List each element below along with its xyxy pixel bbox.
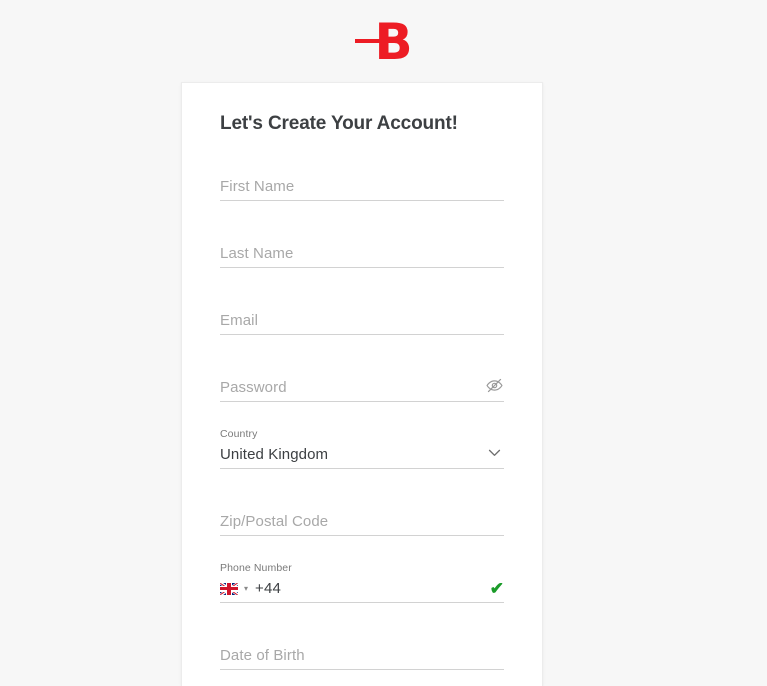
phone-row: ▾ +44 ✔ [220, 580, 504, 597]
date-of-birth-placeholder: Date of Birth [220, 647, 305, 664]
country-select[interactable]: United Kingdom [220, 443, 504, 469]
first-name-input[interactable]: First Name [220, 175, 504, 201]
signup-page: B Let's Create Your Account! First Name … [0, 0, 767, 686]
field-country: Country United Kingdom [220, 402, 504, 469]
brand-logo: B [0, 16, 767, 68]
password-input[interactable]: Password [220, 376, 504, 402]
eye-off-icon[interactable] [484, 375, 504, 395]
country-value: United Kingdom [220, 446, 329, 463]
field-last-name: Last Name [220, 201, 504, 268]
phone-dial-code: +44 [255, 580, 282, 597]
email-placeholder: Email [220, 312, 259, 329]
field-email: Email [220, 268, 504, 335]
country-label: Country [220, 428, 258, 440]
field-date-of-birth: Date of Birth [220, 603, 504, 670]
signup-card: Let's Create Your Account! First Name La… [181, 82, 543, 686]
password-placeholder: Password [220, 379, 287, 396]
zip-postal-code-input[interactable]: Zip/Postal Code [220, 510, 504, 536]
check-icon: ✔ [489, 579, 504, 598]
first-name-placeholder: First Name [220, 178, 295, 195]
uk-flag-icon[interactable] [220, 582, 238, 595]
chevron-down-icon[interactable] [484, 442, 504, 462]
page-title: Let's Create Your Account! [220, 113, 458, 134]
logo-letter: B [374, 13, 412, 71]
brand-logo-b-icon: B [355, 13, 413, 71]
phone-number-input[interactable]: ▾ +44 ✔ [220, 577, 504, 603]
phone-number-label: Phone Number [220, 562, 292, 574]
field-first-name: First Name [220, 139, 504, 201]
date-of-birth-input[interactable]: Date of Birth [220, 644, 504, 670]
last-name-input[interactable]: Last Name [220, 242, 504, 268]
email-input[interactable]: Email [220, 309, 504, 335]
field-password: Password [220, 335, 504, 402]
last-name-placeholder: Last Name [220, 245, 294, 262]
field-zip-postal-code: Zip/Postal Code [220, 469, 504, 536]
field-phone-number: Phone Number ▾ +44 ✔ [220, 536, 504, 603]
country-code-caret-icon[interactable]: ▾ [244, 584, 248, 593]
zip-postal-code-placeholder: Zip/Postal Code [220, 513, 329, 530]
